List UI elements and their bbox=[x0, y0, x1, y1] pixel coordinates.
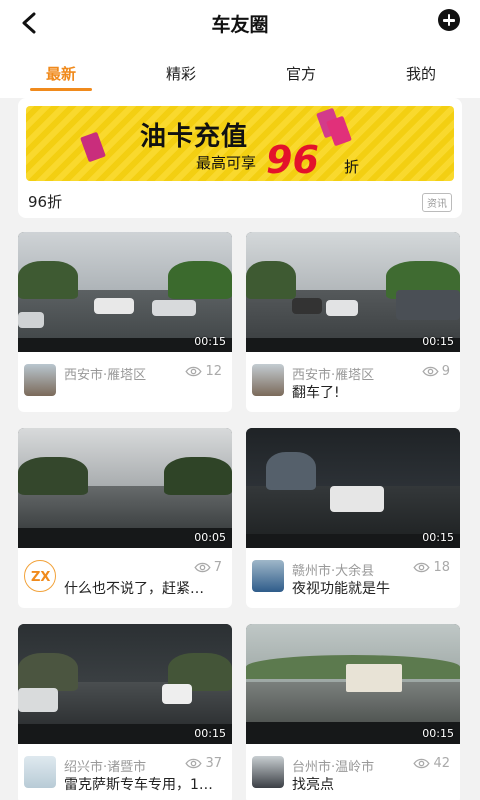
view-count-value: 12 bbox=[205, 364, 222, 379]
view-count: 37 bbox=[185, 756, 222, 771]
view-count: 7 bbox=[194, 560, 222, 575]
video-thumbnail[interactable]: 00:15 bbox=[246, 428, 460, 548]
post-meta: 赣州市·大余县 18 夜视功能就是牛 bbox=[252, 558, 454, 598]
tab-official[interactable]: 官方 bbox=[261, 63, 341, 84]
eye-icon bbox=[185, 366, 203, 377]
avatar[interactable] bbox=[24, 364, 56, 396]
post-location: 赣州市·大余县 bbox=[292, 564, 375, 579]
post-caption: 夜视功能就是牛 bbox=[292, 581, 390, 597]
svg-text:ZX: ZX bbox=[31, 570, 50, 584]
view-count: 9 bbox=[422, 364, 450, 379]
promo-banner-image[interactable]: 油卡充值 最高可享 96 折 bbox=[26, 106, 454, 181]
post-caption: 什么也不说了，赶紧… bbox=[64, 581, 204, 597]
post-card[interactable]: 00:05 ZX 7 什么也不说了，赶紧… bbox=[18, 428, 232, 608]
view-count-value: 42 bbox=[433, 756, 450, 771]
post-meta: 绍兴市·诸暨市 37 雷克萨斯专车专用，1… bbox=[24, 754, 226, 794]
video-thumbnail[interactable]: 00:15 bbox=[246, 624, 460, 744]
tab-latest[interactable]: 最新 bbox=[21, 63, 101, 84]
plus-circle-icon[interactable] bbox=[438, 9, 460, 31]
post-meta: ZX 7 什么也不说了，赶紧… bbox=[24, 558, 226, 598]
post-caption: 雷克萨斯专车专用，1… bbox=[64, 777, 213, 793]
post-card[interactable]: 00:15 赣州市·大余县 18 夜视功能就是牛 bbox=[246, 428, 460, 608]
video-thumbnail[interactable]: 00:05 bbox=[18, 428, 232, 548]
video-duration: 00:15 bbox=[194, 335, 226, 348]
post-caption: 找亮点 bbox=[292, 777, 334, 793]
eye-icon bbox=[185, 758, 203, 769]
post-caption: 翻车了! bbox=[292, 385, 340, 401]
banner-main-text: 油卡充值 bbox=[140, 122, 249, 152]
card-decoration bbox=[326, 115, 352, 147]
post-meta: 台州市·温岭市 42 找亮点 bbox=[252, 754, 454, 794]
video-duration: 00:15 bbox=[194, 727, 226, 740]
promo-caption: 96折 bbox=[28, 193, 63, 211]
card-decoration bbox=[80, 131, 106, 163]
top-bar: 车友圈 bbox=[0, 0, 480, 48]
video-thumbnail[interactable]: 00:15 bbox=[18, 624, 232, 744]
page-title: 车友圈 bbox=[211, 14, 269, 36]
view-count-value: 18 bbox=[433, 560, 450, 575]
avatar[interactable] bbox=[252, 364, 284, 396]
tab-mine[interactable]: 我的 bbox=[381, 63, 461, 84]
active-tab-indicator bbox=[30, 88, 92, 91]
video-duration: 00:15 bbox=[422, 531, 454, 544]
post-card[interactable]: 00:15 台州市·温岭市 42 找亮点 bbox=[246, 624, 460, 800]
eye-icon bbox=[194, 562, 211, 573]
post-meta: 西安市·雁塔区 9 翻车了! bbox=[252, 362, 454, 402]
view-count-value: 37 bbox=[205, 756, 222, 771]
view-count-value: 9 bbox=[441, 364, 450, 379]
video-duration: 00:15 bbox=[422, 727, 454, 740]
view-count-value: 7 bbox=[213, 560, 222, 575]
video-thumbnail[interactable]: 00:15 bbox=[18, 232, 232, 352]
avatar[interactable] bbox=[252, 560, 284, 592]
banner-discount-number: 96 bbox=[266, 138, 319, 181]
news-badge: 资讯 bbox=[422, 193, 452, 212]
post-meta: 西安市·雁塔区 12 bbox=[24, 362, 226, 402]
avatar[interactable] bbox=[24, 756, 56, 788]
post-location: 台州市·温岭市 bbox=[292, 760, 375, 775]
video-duration: 00:15 bbox=[422, 335, 454, 348]
post-location: 西安市·雁塔区 bbox=[64, 368, 147, 383]
video-thumbnail[interactable]: 00:15 bbox=[246, 232, 460, 352]
eye-icon bbox=[413, 562, 431, 573]
post-location: 绍兴市·诸暨市 bbox=[64, 760, 147, 775]
tab-featured[interactable]: 精彩 bbox=[141, 63, 221, 84]
post-card[interactable]: 00:15 西安市·雁塔区 9 翻车了! bbox=[246, 232, 460, 412]
banner-sub-text: 最高可享 bbox=[196, 154, 257, 172]
view-count: 12 bbox=[185, 364, 222, 379]
eye-icon bbox=[413, 758, 431, 769]
view-count: 42 bbox=[413, 756, 450, 771]
eye-icon bbox=[422, 366, 439, 377]
brand-logo-icon: ZX bbox=[31, 570, 50, 584]
post-card[interactable]: 00:15 西安市·雁塔区 12 bbox=[18, 232, 232, 412]
banner-discount-unit: 折 bbox=[344, 158, 360, 176]
post-location: 西安市·雁塔区 bbox=[292, 368, 375, 383]
post-card[interactable]: 00:15 绍兴市·诸暨市 37 雷克萨斯专车专用，1… bbox=[18, 624, 232, 800]
avatar[interactable]: ZX bbox=[24, 560, 56, 592]
avatar[interactable] bbox=[252, 756, 284, 788]
view-count: 18 bbox=[413, 560, 450, 575]
video-duration: 00:05 bbox=[194, 531, 226, 544]
promo-card[interactable]: 油卡充值 最高可享 96 折 96折 资讯 bbox=[18, 98, 462, 218]
tab-bar: 最新 精彩 官方 我的 bbox=[0, 48, 480, 98]
